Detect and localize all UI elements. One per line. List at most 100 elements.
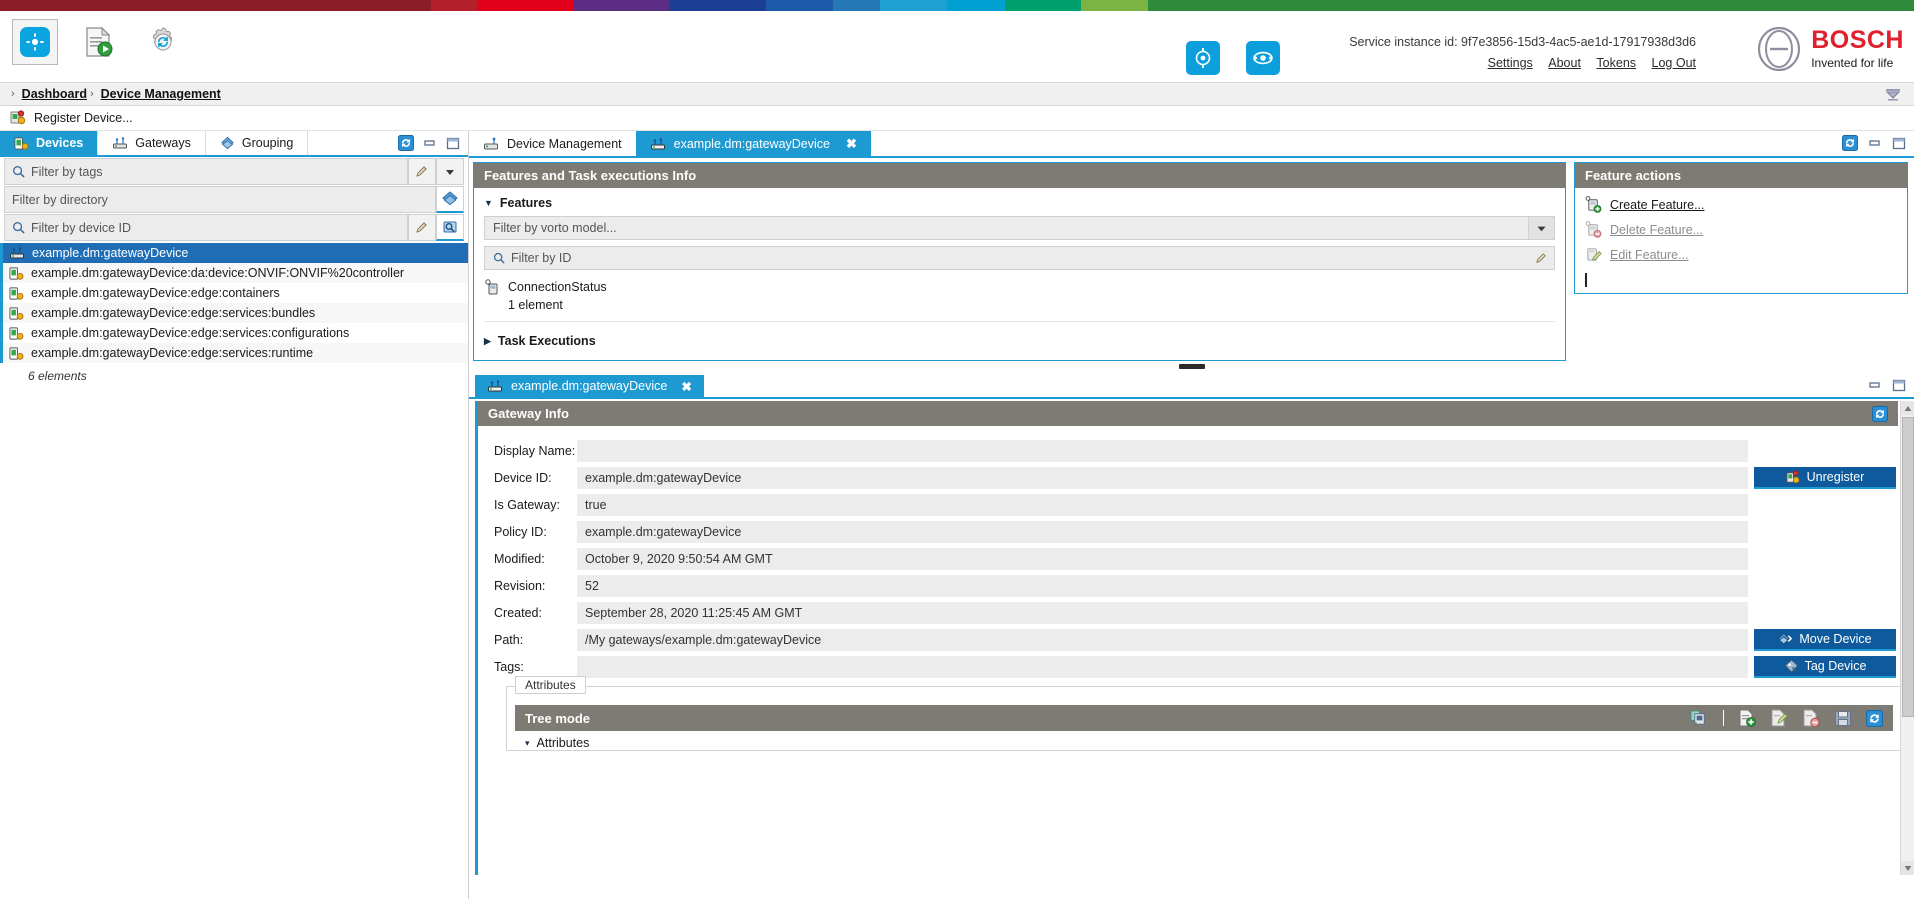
stripe-segment	[832, 0, 881, 11]
gateway-info-scrollbar[interactable]	[1900, 401, 1914, 875]
about-link[interactable]: About	[1548, 56, 1581, 70]
gateway-info-field-value[interactable]: example.dm:gatewayDevice	[577, 467, 1748, 489]
save-icon[interactable]	[1834, 710, 1852, 727]
delete-node-icon[interactable]	[1802, 709, 1820, 727]
minimize-icon[interactable]	[1868, 137, 1882, 149]
gateway-info-field-row: Modified: October 9, 2020 9:50:54 AM GMT	[482, 548, 1896, 570]
attributes-tab[interactable]: Attributes	[515, 676, 586, 694]
device-list-item-label: example.dm:gatewayDevice:edge:services:c…	[31, 326, 350, 340]
filter-directory-input[interactable]: Filter by directory	[4, 186, 436, 213]
register-device-label[interactable]: Register Device...	[34, 111, 133, 125]
breadcrumb-separator-1: ›	[11, 88, 15, 100]
tab-gateways-label: Gateways	[135, 136, 191, 150]
filter-tags-input[interactable]: Filter by tags	[4, 158, 408, 185]
horizontal-splitter[interactable]	[469, 361, 1914, 375]
tab-gateway-info[interactable]: example.dm:gatewayDevice ✖	[475, 375, 704, 397]
gateway-info-field-label: Modified:	[494, 552, 545, 566]
gateway-info-field-value[interactable]	[577, 440, 1748, 462]
gateway-info-field-value[interactable]: /My gateways/example.dm:gatewayDevice	[577, 629, 1748, 651]
minimize-icon[interactable]	[423, 137, 437, 149]
maximize-icon[interactable]	[1892, 379, 1906, 392]
refresh-icon[interactable]	[1842, 135, 1858, 151]
feature-action-item[interactable]: Create Feature...	[1575, 192, 1907, 217]
splitter-handle[interactable]	[1178, 364, 1205, 369]
tab-grouping[interactable]: Grouping	[205, 131, 309, 155]
vorto-model-filter-placeholder: Filter by vorto model...	[493, 221, 617, 235]
triangle-down-icon[interactable]: ▾	[525, 738, 530, 749]
feature-action-label[interactable]: Create Feature...	[1610, 198, 1705, 212]
device-list-item[interactable]: example.dm:gatewayDevice:edge:services:b…	[3, 303, 468, 323]
tab-gateway-device[interactable]: example.dm:gatewayDevice ✖	[635, 131, 871, 156]
device-list-item[interactable]: example.dm:gatewayDevice:edge:containers	[3, 283, 468, 303]
gateway-info-field-value[interactable]: September 28, 2020 11:25:45 AM GMT	[577, 602, 1748, 624]
tab-gateways[interactable]: Gateways	[98, 131, 206, 155]
gateway-info-field-value[interactable]	[577, 656, 1748, 678]
gateway-info-field-value[interactable]: October 9, 2020 9:50:54 AM GMT	[577, 548, 1748, 570]
device-target-icon[interactable]	[1186, 41, 1220, 75]
tree-root-label: Attributes	[536, 736, 590, 750]
refresh-icon[interactable]	[1872, 405, 1888, 422]
pen-icon[interactable]	[1535, 252, 1548, 265]
directory-icon[interactable]	[436, 186, 464, 213]
refresh-gear-icon[interactable]	[140, 19, 186, 65]
breadcrumb-separator-2: ›	[89, 88, 94, 100]
feature-actions-list: Create Feature... Delete Feature... Edit F…	[1575, 188, 1907, 293]
triangle-down-icon: ▼	[484, 198, 493, 208]
unregister-button[interactable]: Unregister	[1754, 467, 1896, 489]
feature-row-connectionstatus[interactable]: ConnectionStatus	[474, 276, 1565, 295]
device-list-item[interactable]: example.dm:gatewayDevice	[3, 243, 468, 263]
close-icon[interactable]: ✖	[846, 136, 857, 152]
refresh-icon[interactable]	[398, 135, 414, 151]
new-task-icon[interactable]	[76, 19, 122, 65]
chevron-down-icon[interactable]	[436, 158, 464, 185]
dashboard-icon[interactable]	[12, 19, 58, 65]
edit-node-icon[interactable]	[1770, 709, 1788, 727]
chevron-down-icon[interactable]	[1528, 217, 1554, 239]
maximize-icon[interactable]	[1892, 137, 1906, 150]
tree-root-row[interactable]: ▾ Attributes	[507, 731, 1901, 750]
pen-icon[interactable]	[408, 214, 436, 241]
minimize-icon[interactable]	[1868, 379, 1882, 392]
pen-icon[interactable]	[408, 158, 436, 185]
feature-actions-title: Feature actions	[1585, 168, 1682, 183]
collapse-all-icon[interactable]	[1884, 86, 1902, 102]
tokens-link[interactable]: Tokens	[1596, 56, 1636, 70]
gateway-icon	[650, 137, 666, 151]
scroll-down-icon[interactable]	[1901, 861, 1914, 875]
device-list-item[interactable]: example.dm:gatewayDevice:da:device:ONVIF…	[3, 263, 468, 283]
gateway-info-field-label: Path:	[494, 633, 524, 647]
tab-device-management[interactable]: Device Management	[469, 131, 636, 156]
features-section-toggle[interactable]: ▼ Features	[474, 188, 1565, 216]
task-executions-section-toggle[interactable]: ▶ Task Executions	[474, 326, 1565, 354]
logout-link[interactable]: Log Out	[1652, 56, 1696, 70]
tab-devices[interactable]: Devices	[0, 131, 99, 155]
gateway-info-field-value[interactable]: true	[577, 494, 1748, 516]
stripe-segment	[1148, 0, 1914, 11]
breadcrumb-item-dashboard[interactable]: Dashboard	[22, 87, 87, 101]
device-icon	[9, 266, 24, 281]
refresh-icon[interactable]	[1866, 709, 1883, 727]
device-list-item[interactable]: example.dm:gatewayDevice:edge:services:c…	[3, 323, 468, 343]
maximize-icon[interactable]	[446, 137, 460, 150]
copy-json-icon[interactable]	[1690, 709, 1709, 727]
device-list-item[interactable]: example.dm:gatewayDevice:edge:services:r…	[3, 343, 468, 363]
tag-device-button[interactable]: Tag Device	[1754, 656, 1896, 678]
move-device-button[interactable]: Move Device	[1754, 629, 1896, 651]
scroll-up-icon[interactable]	[1901, 401, 1914, 415]
breadcrumb-item-device-management[interactable]: Device Management	[101, 87, 221, 101]
eye-monitor-icon[interactable]	[1246, 41, 1280, 75]
stripe-segment	[765, 0, 833, 11]
settings-link[interactable]: Settings	[1488, 56, 1533, 70]
vorto-model-filter[interactable]: Filter by vorto model...	[484, 216, 1555, 240]
feature-actions-header: Feature actions	[1575, 163, 1907, 188]
filter-device-id-input[interactable]: Filter by device ID	[4, 214, 408, 241]
button-label: Unregister	[1806, 470, 1865, 484]
add-node-icon[interactable]	[1738, 709, 1756, 727]
close-icon[interactable]: ✖	[681, 379, 691, 394]
scrollbar-thumb[interactable]	[1902, 417, 1914, 717]
gateway-info-field-value[interactable]: example.dm:gatewayDevice	[577, 521, 1748, 543]
gateway-icon	[112, 136, 128, 150]
gateway-info-field-value[interactable]: 52	[577, 575, 1748, 597]
search-folder-icon[interactable]	[436, 214, 464, 241]
feature-id-filter[interactable]: Filter by ID	[484, 246, 1555, 270]
